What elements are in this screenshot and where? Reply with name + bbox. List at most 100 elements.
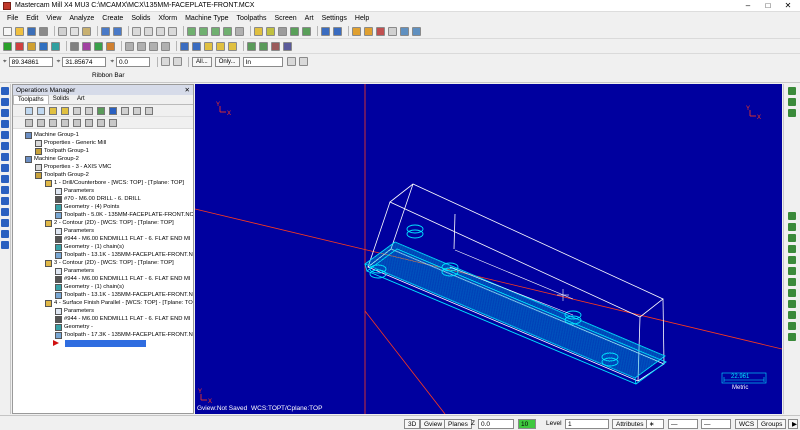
graphics-viewport[interactable]: Y X Y X Y X 22.961 Metric Gview:Not Save… (195, 84, 782, 414)
side-view-icon[interactable] (211, 26, 220, 36)
contour-toolpath-icon[interactable] (204, 41, 213, 51)
rectangle-icon[interactable] (51, 41, 60, 51)
tree-op-3-toolpath[interactable]: Toolpath - 13.1K - 135MM-FACEPLATE-FRONT… (55, 291, 193, 299)
menu-solids[interactable]: Solids (127, 15, 154, 22)
menu-file[interactable]: File (3, 15, 22, 22)
tree-op-4-geometry[interactable]: Geometry - (55, 323, 93, 331)
regenerate-dirty-icon[interactable] (61, 106, 69, 115)
text-tool-icon[interactable] (1, 186, 9, 194)
surface-rough-icon[interactable] (247, 41, 256, 51)
fillet-tool-icon[interactable] (1, 120, 9, 128)
single-only-icon[interactable] (109, 118, 117, 127)
mirror-icon[interactable] (137, 41, 146, 51)
minimize-button[interactable]: – (738, 0, 758, 12)
close-icon[interactable]: ✕ (185, 86, 190, 94)
tree-op-4-toolpath[interactable]: Toolpath - 17.3K - 135MM-FACEPLATE-FRONT… (55, 331, 193, 339)
delete-icon[interactable] (376, 26, 385, 36)
scroll-to-insert-icon[interactable] (97, 118, 105, 127)
drill-toolpath-icon[interactable] (216, 41, 225, 51)
line-style-dropdown[interactable]: — (668, 419, 698, 429)
view-3d-button[interactable]: 3D (404, 419, 421, 429)
tree-op-2-contour[interactable]: 2 - Contour (2D) - [WCS: TOP] - [Tplane:… (45, 219, 174, 227)
spline-tool-icon[interactable] (1, 142, 9, 150)
mask-spline-icon[interactable] (788, 245, 796, 253)
tree-machine-group-2[interactable]: Machine Group-2 (25, 155, 79, 163)
menu-machine-type[interactable]: Machine Type (181, 15, 232, 22)
insert-arrow[interactable] (53, 340, 61, 346)
close-button[interactable]: ✕ (778, 0, 798, 12)
fit-icon[interactable] (168, 26, 177, 36)
menu-analyze[interactable]: Analyze (65, 15, 98, 22)
zoom-out-icon[interactable] (156, 26, 165, 36)
tree-op-1-tool[interactable]: #70 - M6.00 DRILL - 6. DRILL (55, 195, 141, 203)
print-icon[interactable] (39, 26, 48, 36)
offset-icon[interactable] (180, 41, 189, 51)
scale-icon[interactable] (161, 41, 170, 51)
front-view-icon[interactable] (199, 26, 208, 36)
menu-view[interactable]: View (42, 15, 65, 22)
translate-icon[interactable] (125, 41, 134, 51)
menu-toolpaths[interactable]: Toolpaths (233, 15, 271, 22)
mask-group-icon[interactable] (788, 311, 796, 319)
mask-point-icon[interactable] (788, 212, 796, 220)
solid-icon[interactable] (94, 41, 103, 51)
tree-properties-generic[interactable]: Properties - Generic Mill (35, 139, 106, 147)
post-icon[interactable] (271, 41, 280, 51)
z-coordinate-field[interactable]: 0.0 (116, 56, 151, 67)
tree-op-4-surface-finish[interactable]: 4 - Surface Finish Parallel - [WCS: TOP]… (45, 299, 193, 307)
tab-toolpaths[interactable]: Toolpaths (13, 95, 49, 104)
tree-op-1-geometry[interactable]: Geometry - (4) Points (55, 203, 119, 211)
tree-op-3-parameters[interactable]: Parameters (55, 267, 94, 275)
delete-ops-icon[interactable] (133, 106, 141, 115)
mask-surface-icon[interactable] (788, 256, 796, 264)
join-tool-icon[interactable] (1, 230, 9, 238)
rectangle-tool-icon[interactable] (1, 153, 9, 161)
pencil-icon[interactable] (352, 26, 361, 36)
shaded-icon[interactable] (266, 26, 275, 36)
tree-op-3-tool[interactable]: #944 - M6.00 ENDMILL1 FLAT - 6. FLAT END… (55, 275, 191, 283)
mask-dimension-icon[interactable] (788, 278, 796, 286)
level-label[interactable]: Level (546, 420, 562, 427)
mask-solid-icon[interactable] (788, 267, 796, 275)
help-ops-icon[interactable] (145, 106, 153, 115)
chain-mode-icon[interactable] (298, 57, 308, 66)
groups-button[interactable]: Groups (757, 419, 787, 429)
z-depth-field[interactable]: 0.0 (478, 419, 514, 429)
move-up-icon[interactable] (73, 118, 81, 127)
cut-icon[interactable] (58, 26, 67, 36)
spline-icon[interactable] (70, 41, 79, 51)
paste-icon[interactable] (82, 26, 91, 36)
tree-toolpath-group-2[interactable]: Toolpath Group-2 (35, 171, 89, 179)
tab-art[interactable]: Art (73, 95, 89, 104)
expand-icon[interactable]: ▶ (788, 419, 798, 429)
surface-icon[interactable] (82, 41, 91, 51)
break-tool-icon[interactable] (1, 219, 9, 227)
globe-icon[interactable] (321, 26, 330, 36)
y-coordinate-field[interactable]: 31.85674 (62, 56, 107, 67)
trim-tool-icon[interactable] (1, 208, 9, 216)
open-file-icon[interactable] (15, 26, 24, 36)
chamfer-tool-icon[interactable] (1, 131, 9, 139)
color-icon[interactable] (788, 98, 796, 106)
tree-op-2-tool[interactable]: #944 - M6.00 ENDMILL1 FLAT - 6. FLAT END… (55, 235, 191, 243)
tree-op-2-geometry[interactable]: Geometry - (1) chain(s) (55, 243, 124, 251)
pocket-toolpath-icon[interactable] (228, 41, 237, 51)
tree-properties-vmc[interactable]: Properties - 3 - AXIS VMC (35, 163, 111, 171)
simulate-icon[interactable] (283, 41, 292, 51)
mask-icon[interactable] (788, 109, 796, 117)
zoom-in-icon[interactable] (144, 26, 153, 36)
redo-icon[interactable] (113, 26, 122, 36)
copy-icon[interactable] (70, 26, 79, 36)
bounding-box-icon[interactable] (1, 197, 9, 205)
arc-icon[interactable] (27, 41, 36, 51)
mask-result-icon[interactable] (788, 322, 796, 330)
hidden-line-icon[interactable] (278, 26, 287, 36)
drafting-icon[interactable] (106, 41, 115, 51)
mask-level-icon[interactable] (788, 300, 796, 308)
analyze-icon[interactable] (400, 26, 409, 36)
attributes-button[interactable]: Attributes (612, 419, 648, 429)
select-dirty-ops-icon[interactable] (37, 106, 45, 115)
rotate-xform-icon[interactable] (149, 41, 158, 51)
g1-post-icon[interactable] (109, 106, 117, 115)
select-all-button[interactable]: All... (192, 56, 212, 67)
